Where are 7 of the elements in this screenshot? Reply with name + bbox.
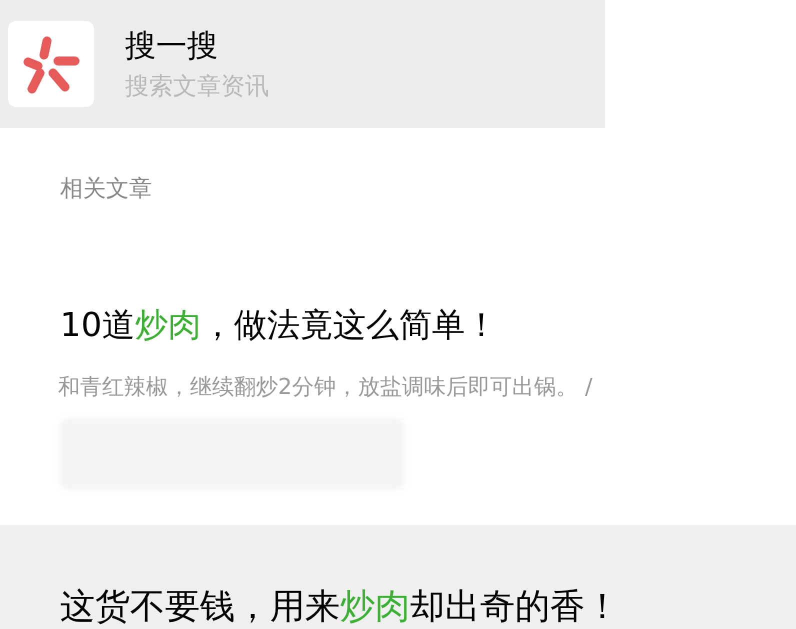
article-title[interactable]: 这货不要钱，用来炒肉却出奇的香！ xyxy=(60,584,796,628)
article-card[interactable]: 这货不要钱，用来炒肉却出奇的香！ xyxy=(0,524,796,628)
article-snippet: 和青红辣椒，继续翻炒2分钟，放盐调味后即可出锅。 / xyxy=(58,374,594,402)
header-title: 搜一搜 xyxy=(125,27,219,66)
article-title[interactable]: 10道炒肉，做法竟这么简单！ xyxy=(60,302,796,348)
search-app-icon xyxy=(8,21,94,107)
section-label: 相关文章 xyxy=(60,176,152,202)
